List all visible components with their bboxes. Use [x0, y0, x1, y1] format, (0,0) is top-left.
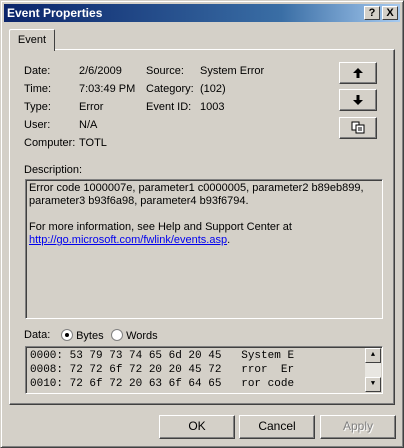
window-title: Event Properties [7, 6, 103, 20]
scroll-down-icon: ▼ [370, 380, 376, 388]
arrow-up-icon [353, 68, 363, 78]
data-scrollbar[interactable]: ▲ ▼ [365, 348, 381, 392]
tab-event[interactable]: Event [9, 29, 55, 51]
scroll-up-button[interactable]: ▲ [365, 348, 381, 363]
event-properties-window: Event Properties ? X Event Date: 2/6/200… [0, 0, 404, 448]
copy-icon [351, 121, 365, 134]
date-value: 2/6/2009 [79, 65, 122, 77]
type-value: Error [79, 101, 104, 113]
apply-button[interactable]: Apply [320, 415, 396, 439]
source-value: System Error [200, 65, 265, 77]
type-label: Type: [24, 101, 51, 113]
previous-event-button[interactable] [339, 62, 377, 84]
arrow-down-icon [353, 95, 363, 105]
data-label: Data: [24, 329, 51, 341]
date-label: Date: [24, 65, 51, 77]
source-label: Source: [146, 65, 184, 77]
words-radio-indicator[interactable] [111, 329, 123, 341]
data-row: 0010: 72 6f 72 20 63 6f 64 65 ror code [30, 378, 295, 390]
words-radio-label: Words [126, 330, 158, 342]
event-id-value: 1003 [200, 101, 225, 113]
next-event-button[interactable] [339, 89, 377, 111]
bytes-radio[interactable]: Bytes [61, 329, 104, 342]
copy-button[interactable] [339, 117, 377, 139]
title-bar[interactable]: Event Properties ? X [4, 4, 400, 22]
cancel-button[interactable]: Cancel [239, 415, 315, 439]
computer-value: TOTL [79, 137, 107, 149]
category-value: (102) [200, 83, 226, 95]
user-label: User: [24, 119, 51, 131]
link-suffix: . [227, 234, 231, 246]
help-button[interactable]: ? [364, 6, 380, 20]
scroll-up-icon: ▲ [370, 351, 376, 359]
data-row: 0008: 72 72 6f 72 20 20 45 72 rror Er [30, 364, 295, 376]
time-label: Time: [24, 83, 52, 95]
data-row: 0000: 53 79 73 74 65 6d 20 45 System E [30, 350, 295, 362]
description-label: Description: [24, 164, 83, 176]
user-value: N/A [79, 119, 98, 131]
description-line-2: parameter3 b93f6a98, parameter4 b93f6794… [29, 195, 249, 207]
description-line-1: Error code 1000007e, parameter1 c0000005… [29, 182, 364, 194]
description-box[interactable]: Error code 1000007e, parameter1 c0000005… [25, 179, 383, 319]
description-line-3: For more information, see Help and Suppo… [29, 221, 292, 233]
computer-label: Computer: [24, 137, 76, 149]
close-button[interactable]: X [382, 6, 398, 20]
event-id-label: Event ID: [146, 101, 192, 113]
words-radio[interactable]: Words [111, 329, 158, 342]
bytes-radio-indicator[interactable] [61, 329, 73, 341]
help-link[interactable]: http://go.microsoft.com/fwlink/events.as… [29, 234, 227, 246]
data-hex-view[interactable]: 0000: 53 79 73 74 65 6d 20 45 System E 0… [25, 346, 383, 394]
category-label: Category: [146, 83, 194, 95]
bytes-radio-label: Bytes [76, 330, 104, 342]
time-value: 7:03:49 PM [79, 83, 136, 95]
scroll-down-button[interactable]: ▼ [365, 377, 381, 392]
ok-button[interactable]: OK [159, 415, 235, 439]
